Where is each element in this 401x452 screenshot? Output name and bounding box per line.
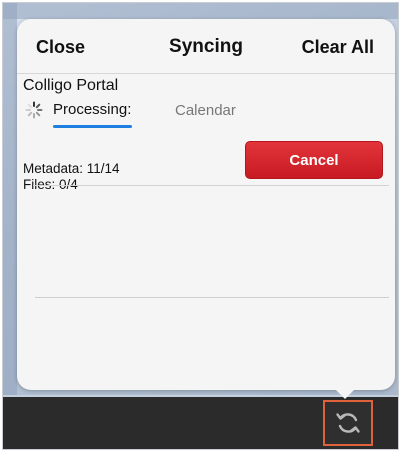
- divider: [35, 297, 389, 298]
- metadata-count: Metadata: 11/14: [23, 161, 120, 176]
- sync-button[interactable]: [323, 400, 373, 446]
- sync-item-title: Colligo Portal: [23, 77, 119, 94]
- sync-stage-label: Calendar: [175, 102, 236, 119]
- clear-all-button[interactable]: Clear All: [302, 37, 374, 58]
- sync-icon: [336, 413, 360, 433]
- app-screen: Close Syncing Clear All Colligo Portal P…: [2, 2, 399, 450]
- activity-spinner-icon: [25, 101, 43, 119]
- popover-arrow: [334, 388, 356, 399]
- popover-header: Close Syncing Clear All: [17, 19, 395, 74]
- sync-counts: Metadata: 11/14 Files: 0/4: [23, 161, 120, 193]
- divider: [33, 185, 389, 186]
- sync-status-label: Processing:: [53, 101, 132, 118]
- sync-progress-bar: [53, 125, 132, 128]
- cancel-button[interactable]: Cancel: [245, 141, 383, 179]
- background-band: [3, 3, 17, 395]
- sync-popover: Close Syncing Clear All Colligo Portal P…: [17, 19, 395, 390]
- background-band: [3, 3, 398, 19]
